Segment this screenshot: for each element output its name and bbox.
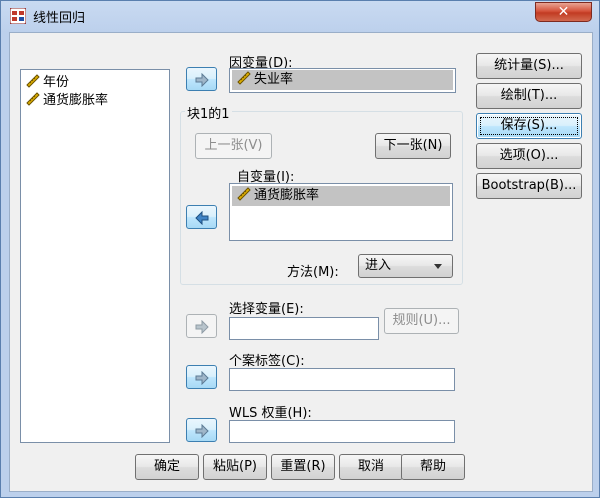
move-to-selection-button[interactable] <box>186 314 217 338</box>
selection-label: 选择变量(E): <box>229 302 304 317</box>
arrow-left-icon <box>195 211 209 225</box>
arrow-right-icon <box>195 73 209 87</box>
plots-button[interactable]: 绘制(T)... <box>476 83 582 109</box>
block-title: 块1的1 <box>185 103 232 122</box>
dialog-window: 线性回归 ✕ 年份 通货膨胀率 因变量(D): 失业率 块1的1 上一张(V) … <box>0 0 600 498</box>
source-variable-list[interactable]: 年份 通货膨胀率 <box>20 69 170 443</box>
window-title: 线性回归 <box>33 11 86 26</box>
dependent-variable-item[interactable]: 失业率 <box>232 70 453 90</box>
rule-button[interactable]: 规则(U)... <box>384 308 459 334</box>
method-value: 进入 <box>365 258 392 273</box>
wls-weight-label: WLS 权重(H): <box>229 406 312 421</box>
ruler-scale-icon <box>26 92 40 106</box>
title-bar[interactable]: 线性回归 ✕ <box>1 1 599 31</box>
regression-app-icon <box>10 8 26 24</box>
case-labels-label: 个案标签(C): <box>229 354 305 369</box>
close-button[interactable]: ✕ <box>535 2 592 22</box>
wls-weight-field[interactable] <box>229 420 455 443</box>
arrow-right-icon <box>195 320 209 334</box>
list-item-label: 通货膨胀率 <box>43 93 109 108</box>
independent-variable-list[interactable]: 通货膨胀率 <box>229 183 453 241</box>
selection-variable-field[interactable] <box>229 317 379 340</box>
arrow-right-icon <box>195 371 209 385</box>
cancel-button[interactable]: 取消 <box>339 454 403 480</box>
bootstrap-button[interactable]: Bootstrap(B)... <box>476 173 582 199</box>
reset-button[interactable]: 重置(R) <box>271 454 335 480</box>
move-to-case-labels-button[interactable] <box>186 365 217 389</box>
close-icon: ✕ <box>557 4 570 20</box>
independent-variable-name: 通货膨胀率 <box>254 188 320 203</box>
save-button[interactable]: 保存(S)... <box>476 113 582 139</box>
arrow-right-icon <box>195 424 209 438</box>
method-select[interactable]: 进入 <box>358 254 453 278</box>
dependent-variable-box[interactable]: 失业率 <box>229 68 456 93</box>
options-button[interactable]: 选项(O)... <box>476 143 582 169</box>
next-block-button[interactable]: 下一张(N) <box>375 133 451 159</box>
statistics-button[interactable]: 统计量(S)... <box>476 53 582 79</box>
previous-block-button[interactable]: 上一张(V) <box>195 133 272 159</box>
ok-button[interactable]: 确定 <box>135 454 199 480</box>
dialog-body: 年份 通货膨胀率 因变量(D): 失业率 块1的1 上一张(V) 下一张(N) … <box>9 32 593 492</box>
ruler-scale-icon <box>237 71 251 85</box>
list-item[interactable]: 通货膨胀率 <box>26 92 108 110</box>
move-to-independent-button[interactable] <box>186 205 217 229</box>
ruler-scale-icon <box>237 187 251 201</box>
method-label: 方法(M): <box>287 265 339 280</box>
paste-button[interactable]: 粘贴(P) <box>203 454 267 480</box>
move-to-wls-weight-button[interactable] <box>186 418 217 442</box>
list-item[interactable]: 年份 <box>26 74 69 92</box>
help-button[interactable]: 帮助 <box>401 454 465 480</box>
focus-ring <box>480 117 578 135</box>
dependent-variable-name: 失业率 <box>254 72 294 87</box>
move-to-dependent-button[interactable] <box>186 67 217 91</box>
chevron-down-icon <box>434 264 442 269</box>
independent-variable-item[interactable]: 通货膨胀率 <box>232 186 450 206</box>
ruler-scale-icon <box>26 74 40 88</box>
case-labels-field[interactable] <box>229 368 455 391</box>
list-item-label: 年份 <box>43 75 70 90</box>
